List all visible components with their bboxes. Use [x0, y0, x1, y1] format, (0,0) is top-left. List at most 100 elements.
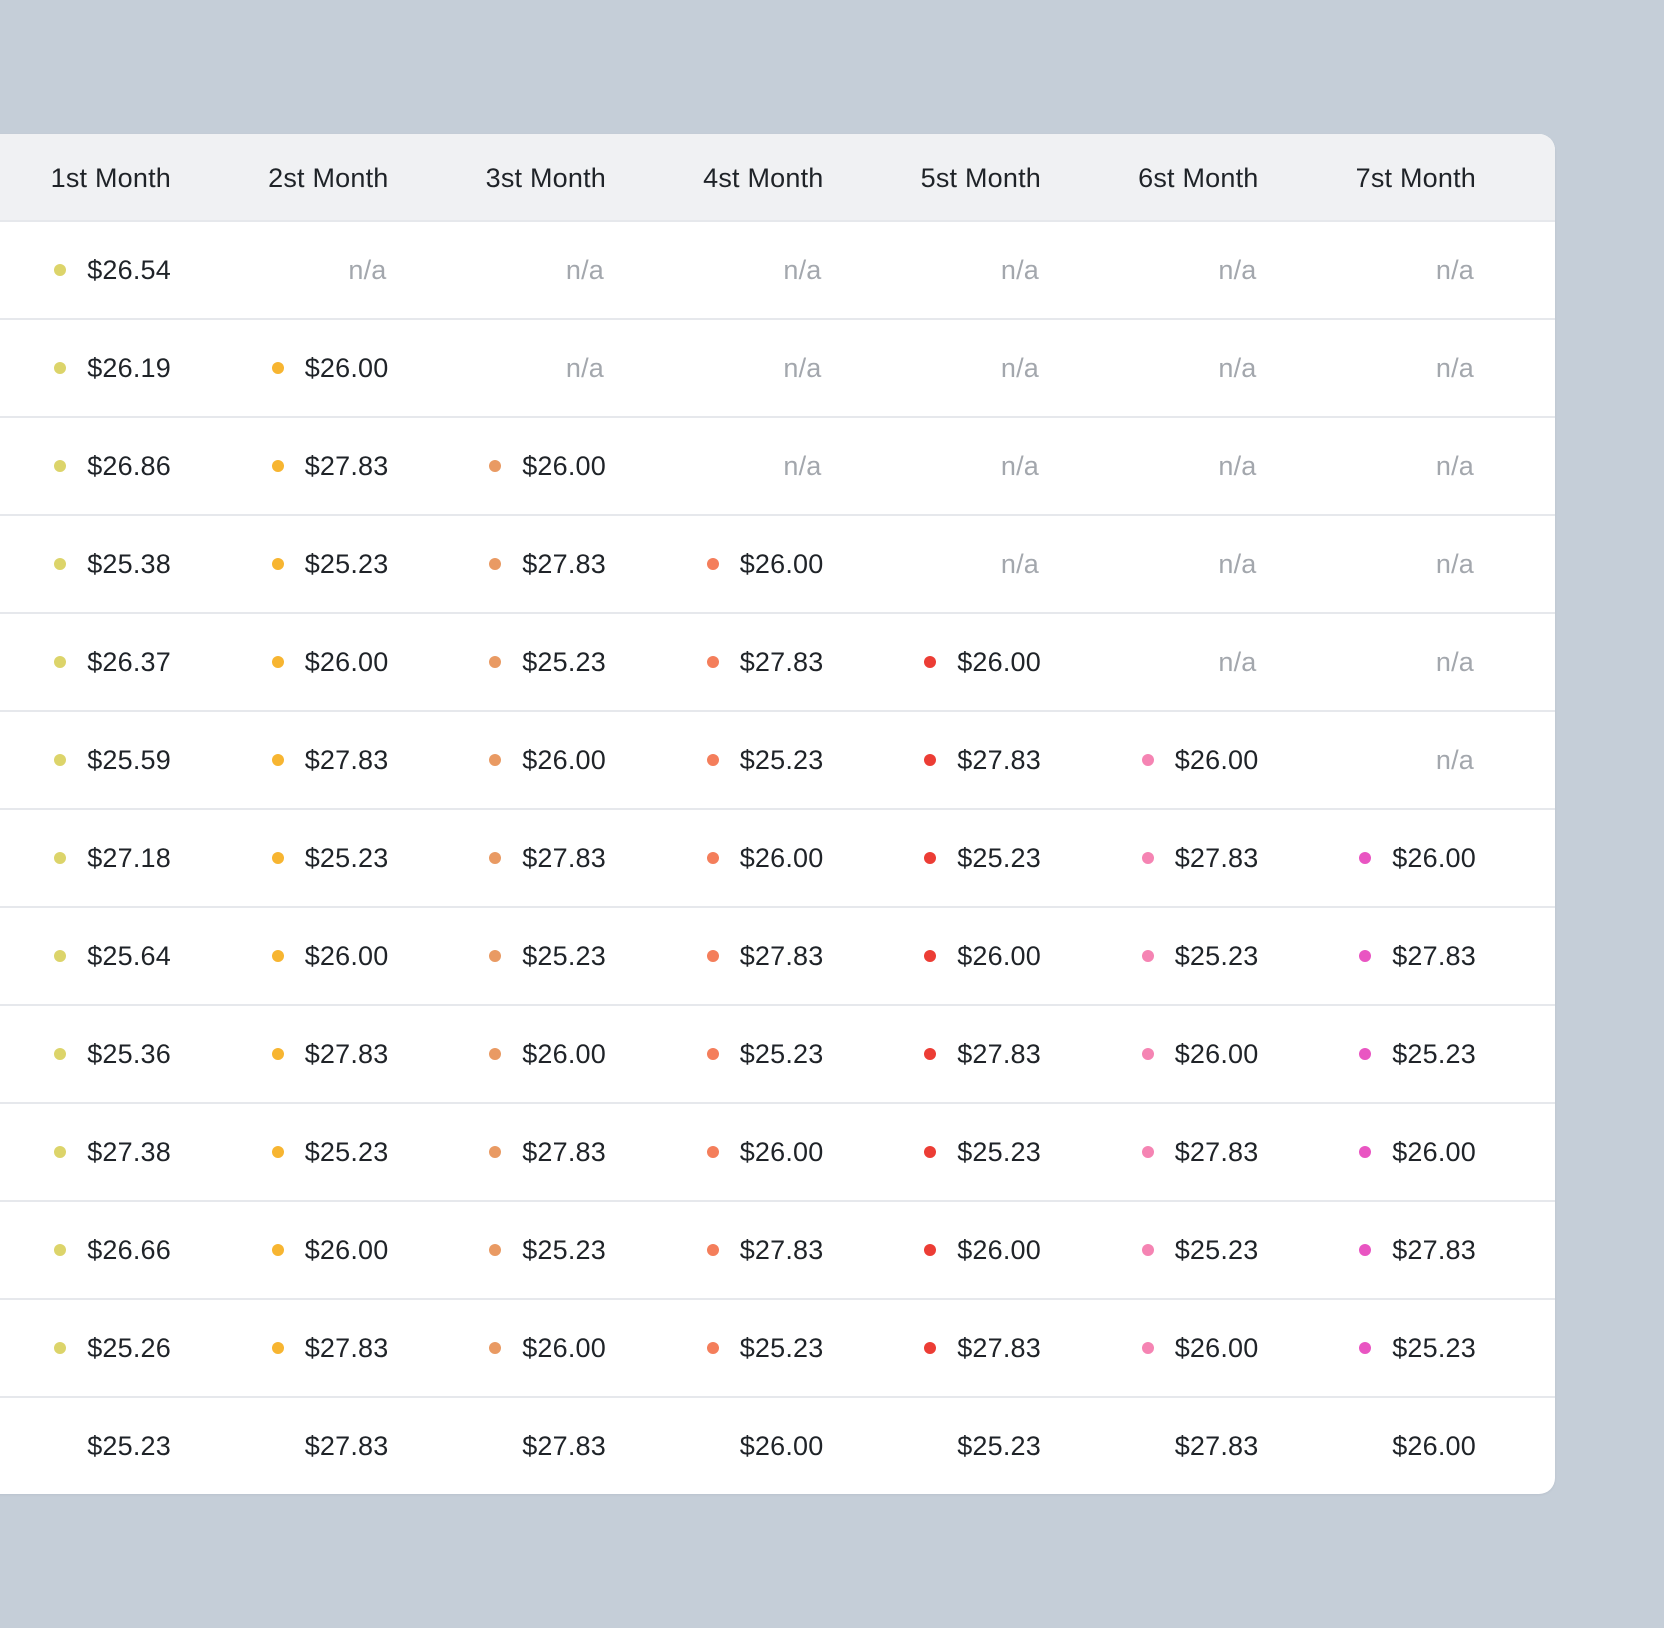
empty-value: n/a — [1218, 647, 1257, 677]
price-value: $26.00 — [304, 647, 389, 677]
status-dot-icon — [1141, 852, 1154, 864]
table-header: 1st Month 2st Month 3st Month 4st Month 5st … — [0, 134, 1555, 222]
empty-value: n/a — [783, 255, 822, 285]
price-value: $25.26 — [87, 1333, 171, 1363]
price-value: $26.00 — [739, 1137, 824, 1167]
price-value: $27.18 — [87, 843, 171, 873]
table-cell: n/a — [1259, 712, 1477, 808]
price-value: $27.83 — [957, 1333, 1041, 1363]
status-dot-icon — [271, 362, 284, 374]
price-value: $26.54 — [87, 255, 171, 285]
table-cell: $25.23 — [1041, 1202, 1259, 1298]
table-cell: $26.00 — [824, 908, 1042, 1004]
empty-value: n/a — [1218, 353, 1257, 383]
price-value: $26.86 — [87, 451, 171, 481]
table-cell: $25.23 — [389, 908, 607, 1004]
price-value: $26.66 — [87, 1235, 171, 1265]
table-cell: $25.59 — [0, 712, 171, 808]
empty-value: n/a — [1435, 549, 1474, 579]
table-cell: $25.23 — [824, 1398, 1042, 1494]
table-cell: $25.23 — [171, 810, 389, 906]
table-cell: n/a — [824, 222, 1042, 318]
table-cell: $27.83 — [1041, 1398, 1259, 1494]
table-cell: n/a — [1041, 614, 1259, 710]
status-dot-icon — [54, 1244, 66, 1256]
status-dot-icon — [706, 558, 719, 570]
status-dot-icon — [924, 950, 936, 962]
price-value: $27.83 — [739, 647, 824, 677]
price-value: $26.00 — [522, 451, 606, 481]
table-cell: $26.00 — [171, 908, 389, 1004]
price-value: $27.83 — [1392, 941, 1476, 971]
price-value: $26.00 — [1392, 1137, 1476, 1167]
table-cell: $27.83 — [171, 712, 389, 808]
price-value: $26.00 — [739, 843, 824, 873]
table-cell: $27.83 — [1041, 1104, 1259, 1200]
status-dot-icon — [706, 1342, 719, 1354]
table-cell: n/a — [824, 516, 1042, 612]
table-row: $26.86 $27.83 $26.00 n/a n/a n/a n/a — [0, 418, 1555, 516]
table-cell: $27.83 — [1259, 1202, 1477, 1298]
column-header: 4st Month — [703, 163, 824, 193]
status-dot-icon — [271, 950, 284, 962]
table-cell: $26.37 — [0, 614, 171, 710]
table-cell: $27.83 — [824, 712, 1042, 808]
table-cell: $26.00 — [389, 712, 607, 808]
price-value: $25.64 — [87, 941, 171, 971]
table-cell: $25.23 — [1041, 908, 1259, 1004]
price-value: $26.00 — [739, 1431, 824, 1461]
table-cell: n/a — [1259, 222, 1477, 318]
table-cell: $25.23 — [171, 1104, 389, 1200]
status-dot-icon — [706, 950, 719, 962]
table-cell: $27.83 — [171, 1300, 389, 1396]
status-dot-icon — [1359, 1244, 1371, 1256]
table-cell: $25.23 — [824, 810, 1042, 906]
table-cell: $26.00 — [171, 1202, 389, 1298]
status-dot-icon — [271, 1146, 284, 1158]
table-cell: $25.23 — [0, 1398, 171, 1494]
table-cell: $26.00 — [1041, 712, 1259, 808]
price-value: $27.83 — [1174, 1137, 1259, 1167]
column-header: 6st Month — [1138, 163, 1259, 193]
status-dot-icon — [1359, 1342, 1371, 1354]
table-cell: $26.19 — [0, 320, 171, 416]
table-cell: $27.83 — [1041, 810, 1259, 906]
table-cell: $26.00 — [389, 1006, 607, 1102]
table-cell: $25.36 — [0, 1006, 171, 1102]
table-row: $26.66 $26.00 $25.23 $27.83 $26.00 $25.23 $27.… — [0, 1202, 1555, 1300]
empty-value: n/a — [565, 353, 604, 383]
price-value: $27.83 — [957, 1039, 1041, 1069]
table-cell: n/a — [171, 222, 389, 318]
table-cell: n/a — [1041, 516, 1259, 612]
price-value: $26.00 — [522, 745, 606, 775]
status-dot-icon — [1141, 754, 1154, 766]
table-cell: $27.83 — [389, 1104, 607, 1200]
status-dot-icon — [271, 1342, 284, 1354]
price-value: $27.83 — [304, 1431, 389, 1461]
column-header: 2st Month — [268, 163, 389, 193]
table-row: $25.36 $27.83 $26.00 $25.23 $27.83 $26.00 $25.… — [0, 1006, 1555, 1104]
status-dot-icon — [271, 656, 284, 668]
price-value: $27.83 — [739, 941, 824, 971]
status-dot-icon — [489, 1146, 501, 1158]
table-cell: $26.66 — [0, 1202, 171, 1298]
status-dot-icon — [271, 460, 284, 472]
table-cell: $26.00 — [389, 418, 607, 514]
price-value: $27.83 — [304, 451, 389, 481]
table-cell: $27.83 — [606, 1202, 824, 1298]
status-dot-icon — [489, 1244, 501, 1256]
table-cell: $27.38 — [0, 1104, 171, 1200]
table-cell: $27.83 — [1259, 908, 1477, 1004]
status-dot-icon — [1141, 1146, 1154, 1158]
status-dot-icon — [489, 1048, 501, 1060]
table-cell: n/a — [824, 418, 1042, 514]
empty-value: n/a — [1435, 353, 1474, 383]
status-dot-icon — [1359, 852, 1371, 864]
empty-value: n/a — [783, 353, 822, 383]
table-cell: $26.00 — [606, 1398, 824, 1494]
table-cell: $27.83 — [824, 1006, 1042, 1102]
table-cell: $25.23 — [171, 516, 389, 612]
price-value: $25.59 — [87, 745, 171, 775]
empty-value: n/a — [565, 255, 604, 285]
table-cell: n/a — [1041, 320, 1259, 416]
